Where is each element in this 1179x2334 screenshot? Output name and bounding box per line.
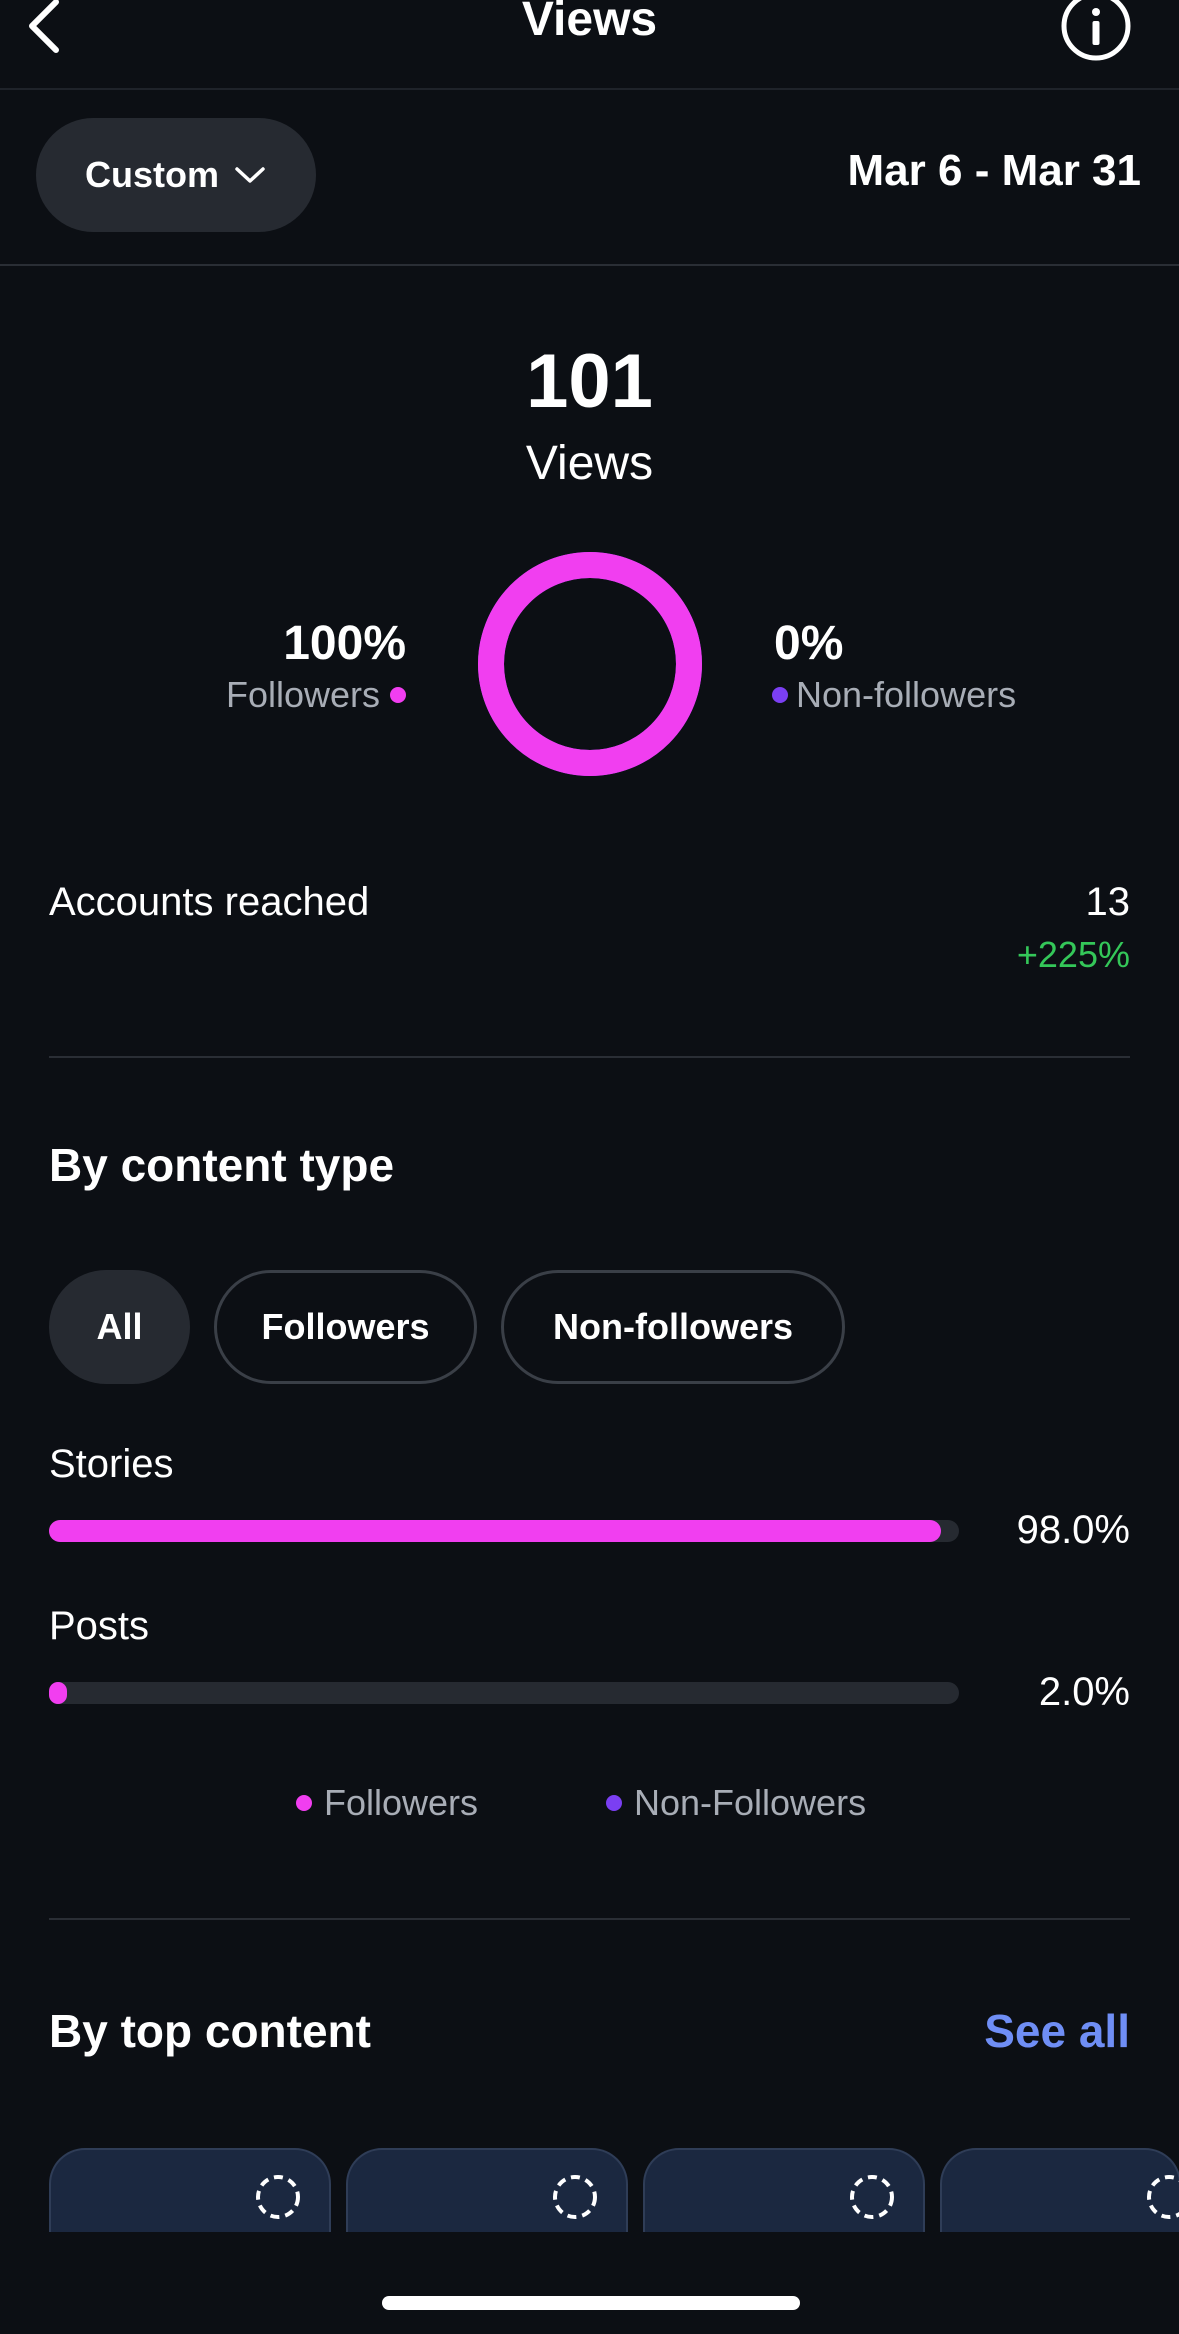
chevron-down-icon	[235, 167, 265, 183]
accounts-reached-value: 13	[1085, 880, 1131, 924]
date-filter-dropdown[interactable]: Custom	[36, 118, 316, 232]
posts-bar-track	[49, 1682, 959, 1704]
home-indicator	[382, 2296, 800, 2310]
accounts-reached-label: Accounts reached	[49, 880, 370, 924]
followers-label: Followers	[225, 674, 380, 715]
chip-all[interactable]: All	[49, 1270, 190, 1384]
divider	[49, 1918, 1130, 1920]
loading-spinner-icon	[850, 2175, 894, 2219]
accounts-reached-change: +225%	[1016, 934, 1130, 975]
followers-dot-icon	[390, 687, 406, 703]
followers-percentage: 100%	[283, 617, 406, 670]
donut-followers-segment	[478, 552, 702, 776]
audience-donut-chart	[478, 552, 702, 776]
nonfollowers-dot-icon	[772, 687, 788, 703]
posts-label: Posts	[49, 1604, 150, 1648]
loading-spinner-icon	[256, 2175, 300, 2219]
legend-followers-label: Followers	[324, 1782, 479, 1823]
nonfollowers-percentage: 0%	[774, 617, 844, 670]
info-icon[interactable]	[1058, 0, 1134, 64]
total-views-value: 101	[526, 339, 653, 424]
page-title: Views	[521, 0, 658, 46]
loading-spinner-icon	[553, 2175, 597, 2219]
loading-spinner-icon	[1147, 2175, 1179, 2219]
nonfollowers-legend: Non-followers	[772, 674, 1016, 716]
filter-bar: Custom Mar 6 - Mar 31	[0, 90, 1179, 266]
total-views-label: Views	[525, 437, 654, 490]
legend-nonfollowers: Non-Followers	[606, 1782, 866, 1824]
posts-percentage: 2.0%	[1038, 1670, 1130, 1714]
stories-label: Stories	[49, 1442, 174, 1486]
bottom-safe-area	[0, 2232, 1179, 2334]
stories-bar-fill	[49, 1520, 941, 1542]
legend-nonfollowers-dot-icon	[606, 1795, 622, 1811]
chip-nonfollowers[interactable]: Non-followers	[501, 1270, 845, 1384]
chip-followers[interactable]: Followers	[214, 1270, 477, 1384]
divider	[49, 1056, 1130, 1058]
see-all-link[interactable]: See all	[984, 2004, 1130, 2058]
stories-percentage: 98.0%	[1016, 1508, 1130, 1552]
nonfollowers-label: Non-followers	[796, 674, 1017, 715]
legend-followers-dot-icon	[296, 1795, 312, 1811]
posts-bar-fill	[49, 1682, 68, 1704]
top-content-title: By top content	[49, 2005, 371, 2057]
content-type-title: By content type	[49, 1139, 395, 1191]
legend-followers: Followers	[296, 1782, 478, 1824]
followers-legend: Followers	[226, 674, 406, 716]
header-bar: Views	[0, 0, 1179, 90]
date-filter-label: Custom	[85, 154, 219, 195]
stories-bar-track	[49, 1520, 959, 1542]
date-range: Mar 6 - Mar 31	[847, 146, 1141, 195]
legend-nonfollowers-label: Non-Followers	[634, 1782, 867, 1823]
